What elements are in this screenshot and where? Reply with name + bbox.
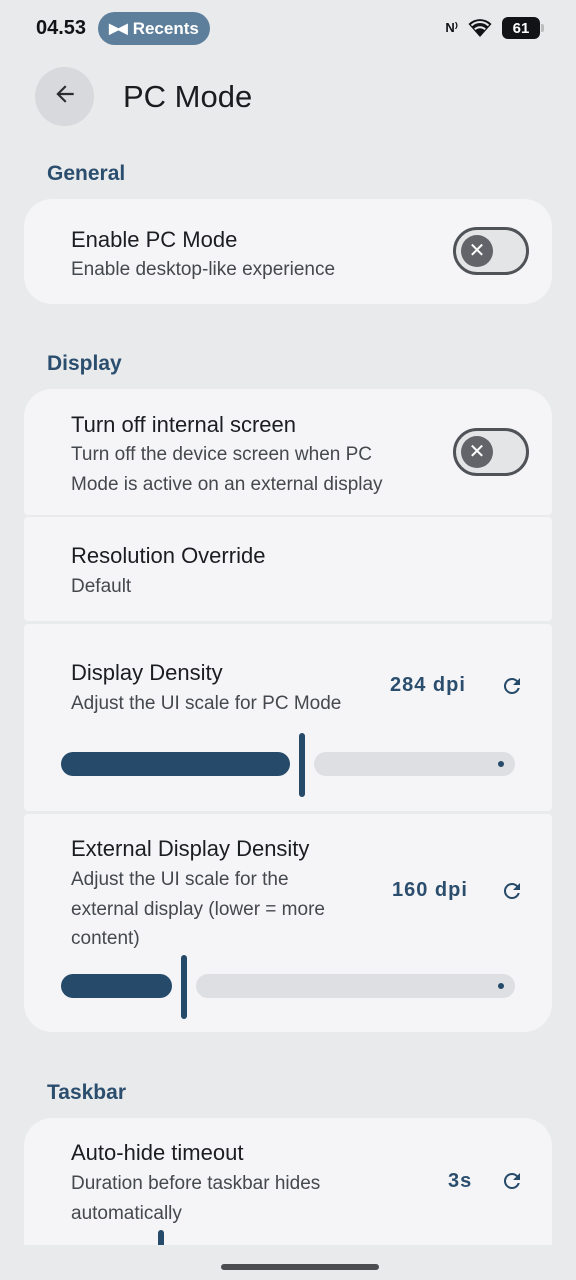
recents-label: Recents: [132, 18, 199, 38]
slider-stop-dot: [498, 761, 504, 767]
external-density-slider[interactable]: [61, 955, 515, 1019]
app-bar: PC Mode: [0, 67, 576, 127]
row-subtitle-line2: automatically: [71, 1203, 182, 1224]
slider-active-track: [61, 974, 172, 998]
nfc-icon: N⁾: [445, 20, 458, 35]
refresh-icon[interactable]: [499, 1168, 525, 1194]
section-header-taskbar: Taskbar: [47, 1081, 126, 1104]
close-icon: ✕: [461, 235, 493, 267]
row-subtitle-line3: content): [71, 928, 140, 949]
row-subtitle-line2: external display (lower = more: [71, 899, 325, 920]
status-icons: N⁾ 61: [445, 17, 544, 39]
slider-inactive-track: [196, 974, 515, 998]
slider-active-track: [61, 752, 290, 776]
back-button[interactable]: [35, 67, 94, 126]
row-title: External Display Density: [71, 836, 310, 861]
slider-handle[interactable]: [181, 955, 187, 1019]
row-title: Display Density: [71, 660, 223, 685]
arrow-left-icon: [52, 81, 78, 112]
external-density-value: 160 dpi: [392, 879, 468, 901]
status-time: 04.53: [36, 17, 87, 39]
row-title: Auto-hide timeout: [71, 1140, 244, 1165]
enable-pc-mode-switch[interactable]: ✕: [453, 227, 529, 275]
resolution-override-row[interactable]: Resolution Override Default: [24, 517, 552, 621]
recents-chip[interactable]: ▶◀ Recents: [98, 12, 210, 45]
refresh-icon[interactable]: [499, 878, 525, 904]
row-value: Default: [71, 576, 132, 597]
external-density-row: External Display Density Adjust the UI s…: [24, 814, 552, 1032]
row-title: Resolution Override: [71, 543, 266, 568]
slider-stop-dot: [498, 983, 504, 989]
row-title: Enable PC Mode: [71, 227, 238, 252]
page-title: PC Mode: [123, 79, 253, 114]
home-indicator[interactable]: [221, 1264, 379, 1270]
row-subtitle-line1: Adjust the UI scale for the: [71, 869, 289, 890]
density-value: 284 dpi: [390, 674, 466, 696]
section-header-display: Display: [47, 352, 122, 375]
refresh-icon[interactable]: [499, 673, 525, 699]
battery-level: 61: [512, 19, 530, 37]
display-density-slider[interactable]: [61, 733, 515, 797]
wifi-icon: [468, 18, 492, 38]
section-header-general: General: [47, 162, 126, 185]
row-subtitle-line2: Mode is active on an external display: [71, 474, 383, 495]
autohide-timeout-row: Auto-hide timeout Duration before taskba…: [24, 1118, 552, 1245]
row-title: Turn off internal screen: [71, 412, 297, 437]
row-subtitle: Adjust the UI scale for PC Mode: [71, 693, 342, 714]
autohide-value: 3s: [448, 1170, 473, 1192]
battery-icon: 61: [502, 17, 544, 39]
row-subtitle: Enable desktop-like experience: [71, 259, 336, 280]
row-subtitle-line1: Duration before taskbar hides: [71, 1173, 321, 1194]
recents-icon: ▶◀: [109, 20, 127, 36]
slider-handle[interactable]: [299, 733, 305, 797]
slider-handle[interactable]: [158, 1230, 164, 1245]
slider-inactive-track: [314, 752, 515, 776]
row-subtitle-line1: Turn off the device screen when PC: [71, 444, 372, 465]
internal-screen-row[interactable]: Turn off internal screen Turn off the de…: [24, 389, 552, 515]
enable-pc-mode-row[interactable]: Enable PC Mode Enable desktop-like exper…: [24, 199, 552, 304]
status-bar: 04.53 ▶◀ Recents N⁾ 61: [0, 0, 576, 58]
display-density-row: Display Density Adjust the UI scale for …: [24, 624, 552, 811]
internal-screen-switch[interactable]: ✕: [453, 428, 529, 476]
close-icon: ✕: [461, 436, 493, 468]
